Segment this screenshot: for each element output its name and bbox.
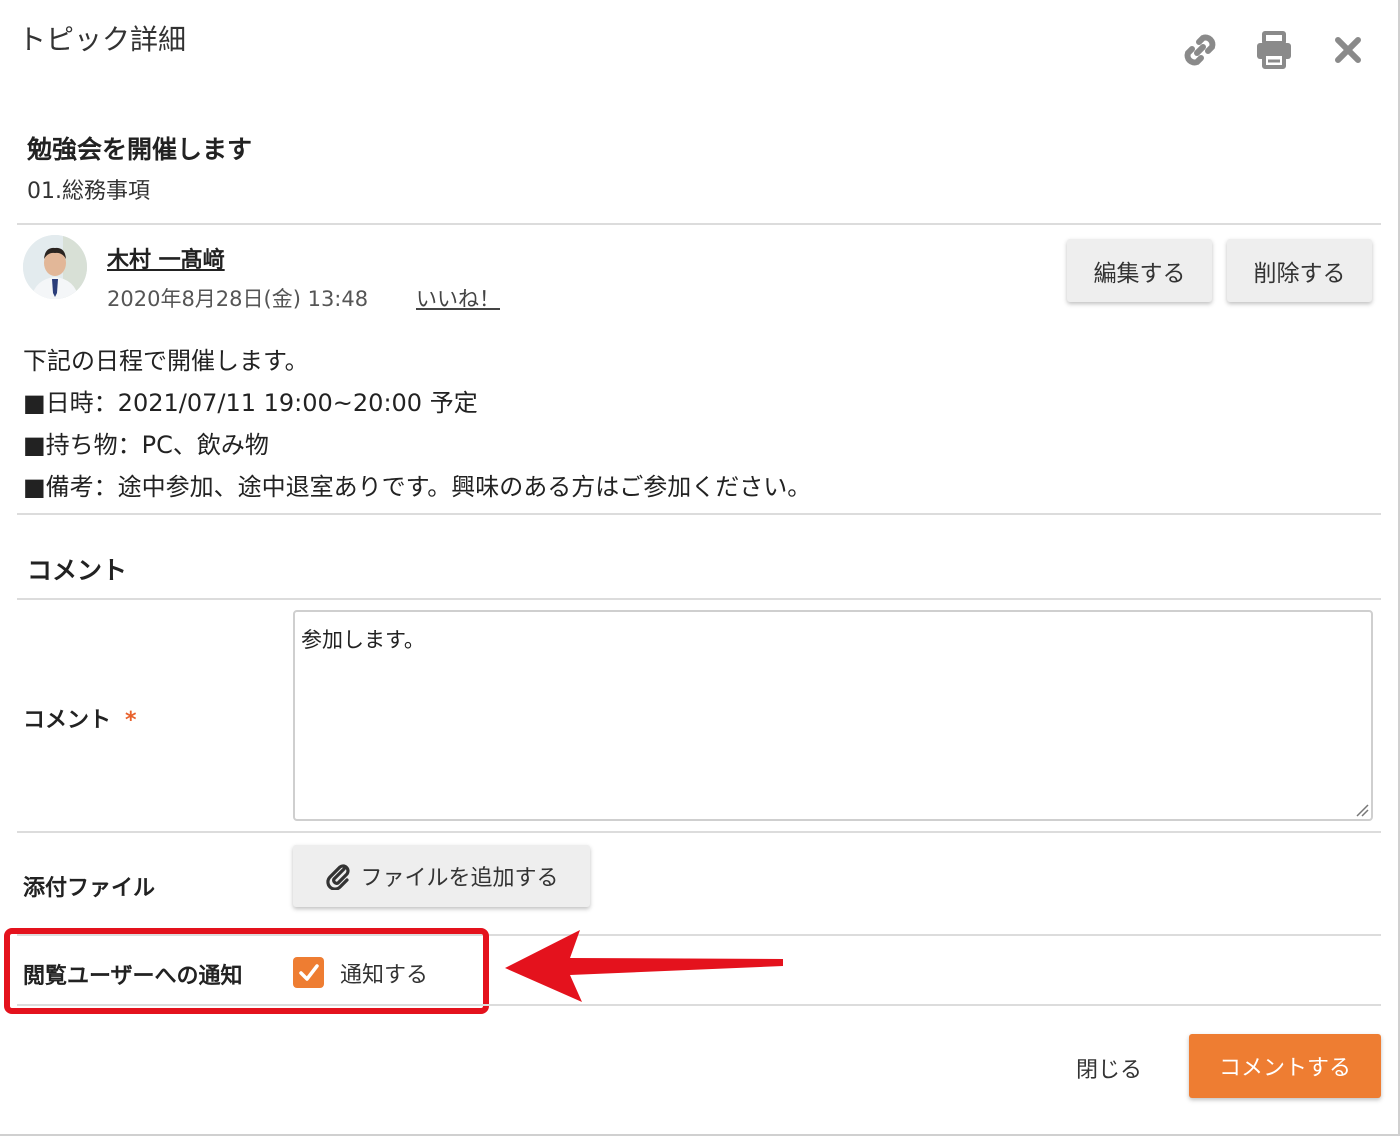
annotation-arrow-icon	[505, 930, 783, 1002]
close-icon[interactable]	[1326, 28, 1370, 72]
add-file-button[interactable]: ファイルを追加する	[293, 845, 590, 907]
post-date: 2020年8月28日(金) 13:48	[107, 287, 369, 311]
divider	[17, 1004, 1381, 1006]
delete-button[interactable]: 削除する	[1227, 239, 1372, 302]
post-body-line: 下記の日程で開催します。	[23, 347, 309, 375]
post-body-line: ■持ち物：PC、飲み物	[23, 431, 269, 459]
dialog-title: トピック詳細	[18, 23, 187, 56]
post-body-line: ■備考：途中参加、途中退室ありです。興味のある方はご参加ください。	[23, 473, 812, 501]
print-icon[interactable]	[1252, 28, 1296, 72]
divider	[17, 598, 1381, 600]
comment-label-text: コメント	[23, 708, 112, 733]
like-link[interactable]: いいね！	[416, 283, 500, 313]
comment-section-title: コメント	[27, 556, 128, 585]
divider	[17, 513, 1381, 515]
annotation-highlight-box	[4, 928, 489, 1014]
comment-textarea[interactable]: 参加します。	[293, 610, 1373, 821]
attachment-label: 添付ファイル	[23, 876, 156, 901]
close-button[interactable]: 閉じる	[1076, 1052, 1142, 1084]
add-file-label: ファイルを追加する	[360, 866, 559, 891]
post-body-line: ■日時：2021/07/11 19:00~20:00 予定	[23, 389, 478, 417]
comment-field-label: コメント *	[23, 702, 137, 734]
divider	[17, 223, 1381, 225]
post-body: 下記の日程で開催します。 ■日時：2021/07/11 19:00~20:00 …	[23, 340, 811, 508]
required-mark: *	[125, 708, 137, 733]
avatar	[23, 235, 87, 299]
comment-value: 参加します。	[301, 628, 425, 652]
divider	[17, 831, 1381, 833]
topic-title: 勉強会を開催します	[27, 135, 253, 164]
resize-handle-icon[interactable]	[1355, 803, 1369, 817]
edit-button[interactable]: 編集する	[1067, 239, 1212, 302]
topic-category: 01.総務事項	[27, 179, 150, 204]
submit-comment-button[interactable]: コメントする	[1189, 1034, 1381, 1098]
author-name-link[interactable]: 木村 一髙﨑	[107, 242, 225, 274]
link-icon[interactable]	[1178, 28, 1222, 72]
paperclip-icon	[324, 862, 352, 890]
